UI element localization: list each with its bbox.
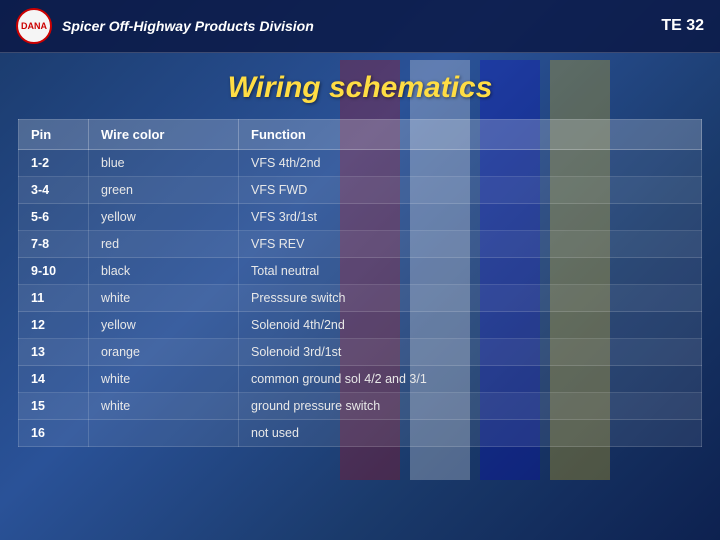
cell-wire-color: green bbox=[89, 177, 239, 204]
col-pin: Pin bbox=[19, 120, 89, 150]
col-wire-color: Wire color bbox=[89, 120, 239, 150]
table-row: 16 not used bbox=[19, 420, 702, 447]
table-row: 15whiteground pressure switch bbox=[19, 393, 702, 420]
cell-function: VFS REV bbox=[239, 231, 702, 258]
cell-wire-color: black bbox=[89, 258, 239, 285]
col-function: Function bbox=[239, 120, 702, 150]
cell-pin: 16 bbox=[19, 420, 89, 447]
cell-pin: 14 bbox=[19, 366, 89, 393]
slide-number: TE 32 bbox=[661, 17, 704, 35]
cell-wire-color: white bbox=[89, 285, 239, 312]
logo-text: DANA bbox=[21, 21, 47, 31]
header-left: DANA Spicer Off-Highway Products Divisio… bbox=[16, 8, 314, 44]
cell-wire-color: orange bbox=[89, 339, 239, 366]
cell-wire-color: blue bbox=[89, 150, 239, 177]
table-row: 5-6yellowVFS 3rd/1st bbox=[19, 204, 702, 231]
cell-wire-color: yellow bbox=[89, 312, 239, 339]
table-row: 11whitePresssure switch bbox=[19, 285, 702, 312]
table-row: 12yellowSolenoid 4th/2nd bbox=[19, 312, 702, 339]
cell-function: VFS FWD bbox=[239, 177, 702, 204]
cell-function: common ground sol 4/2 and 3/1 bbox=[239, 366, 702, 393]
cell-function: VFS 4th/2nd bbox=[239, 150, 702, 177]
cell-function: not used bbox=[239, 420, 702, 447]
cell-wire-color: yellow bbox=[89, 204, 239, 231]
cell-pin: 13 bbox=[19, 339, 89, 366]
cell-function: Presssure switch bbox=[239, 285, 702, 312]
cell-wire-color: white bbox=[89, 393, 239, 420]
cell-pin: 7-8 bbox=[19, 231, 89, 258]
cell-pin: 3-4 bbox=[19, 177, 89, 204]
cell-pin: 12 bbox=[19, 312, 89, 339]
table-row: 7-8redVFS REV bbox=[19, 231, 702, 258]
cell-function: Total neutral bbox=[239, 258, 702, 285]
cell-wire-color: white bbox=[89, 366, 239, 393]
cell-wire-color bbox=[89, 420, 239, 447]
table-header-row: Pin Wire color Function bbox=[19, 120, 702, 150]
table-row: 1-2blueVFS 4th/2nd bbox=[19, 150, 702, 177]
table-row: 13orangeSolenoid 3rd/1st bbox=[19, 339, 702, 366]
header: DANA Spicer Off-Highway Products Divisio… bbox=[0, 0, 720, 53]
cell-pin: 11 bbox=[19, 285, 89, 312]
cell-pin: 1-2 bbox=[19, 150, 89, 177]
title-section: Wiring schematics bbox=[0, 53, 720, 119]
page-title: Wiring schematics bbox=[0, 71, 720, 105]
wiring-table: Pin Wire color Function 1-2blueVFS 4th/2… bbox=[18, 119, 702, 447]
table-row: 14whitecommon ground sol 4/2 and 3/1 bbox=[19, 366, 702, 393]
cell-function: Solenoid 3rd/1st bbox=[239, 339, 702, 366]
cell-pin: 9-10 bbox=[19, 258, 89, 285]
table-container: Pin Wire color Function 1-2blueVFS 4th/2… bbox=[0, 119, 720, 540]
cell-pin: 5-6 bbox=[19, 204, 89, 231]
cell-function: Solenoid 4th/2nd bbox=[239, 312, 702, 339]
cell-function: ground pressure switch bbox=[239, 393, 702, 420]
cell-function: VFS 3rd/1st bbox=[239, 204, 702, 231]
cell-wire-color: red bbox=[89, 231, 239, 258]
cell-pin: 15 bbox=[19, 393, 89, 420]
table-row: 3-4greenVFS FWD bbox=[19, 177, 702, 204]
dana-logo: DANA bbox=[16, 8, 52, 44]
table-row: 9-10blackTotal neutral bbox=[19, 258, 702, 285]
company-name: Spicer Off-Highway Products Division bbox=[62, 18, 314, 34]
